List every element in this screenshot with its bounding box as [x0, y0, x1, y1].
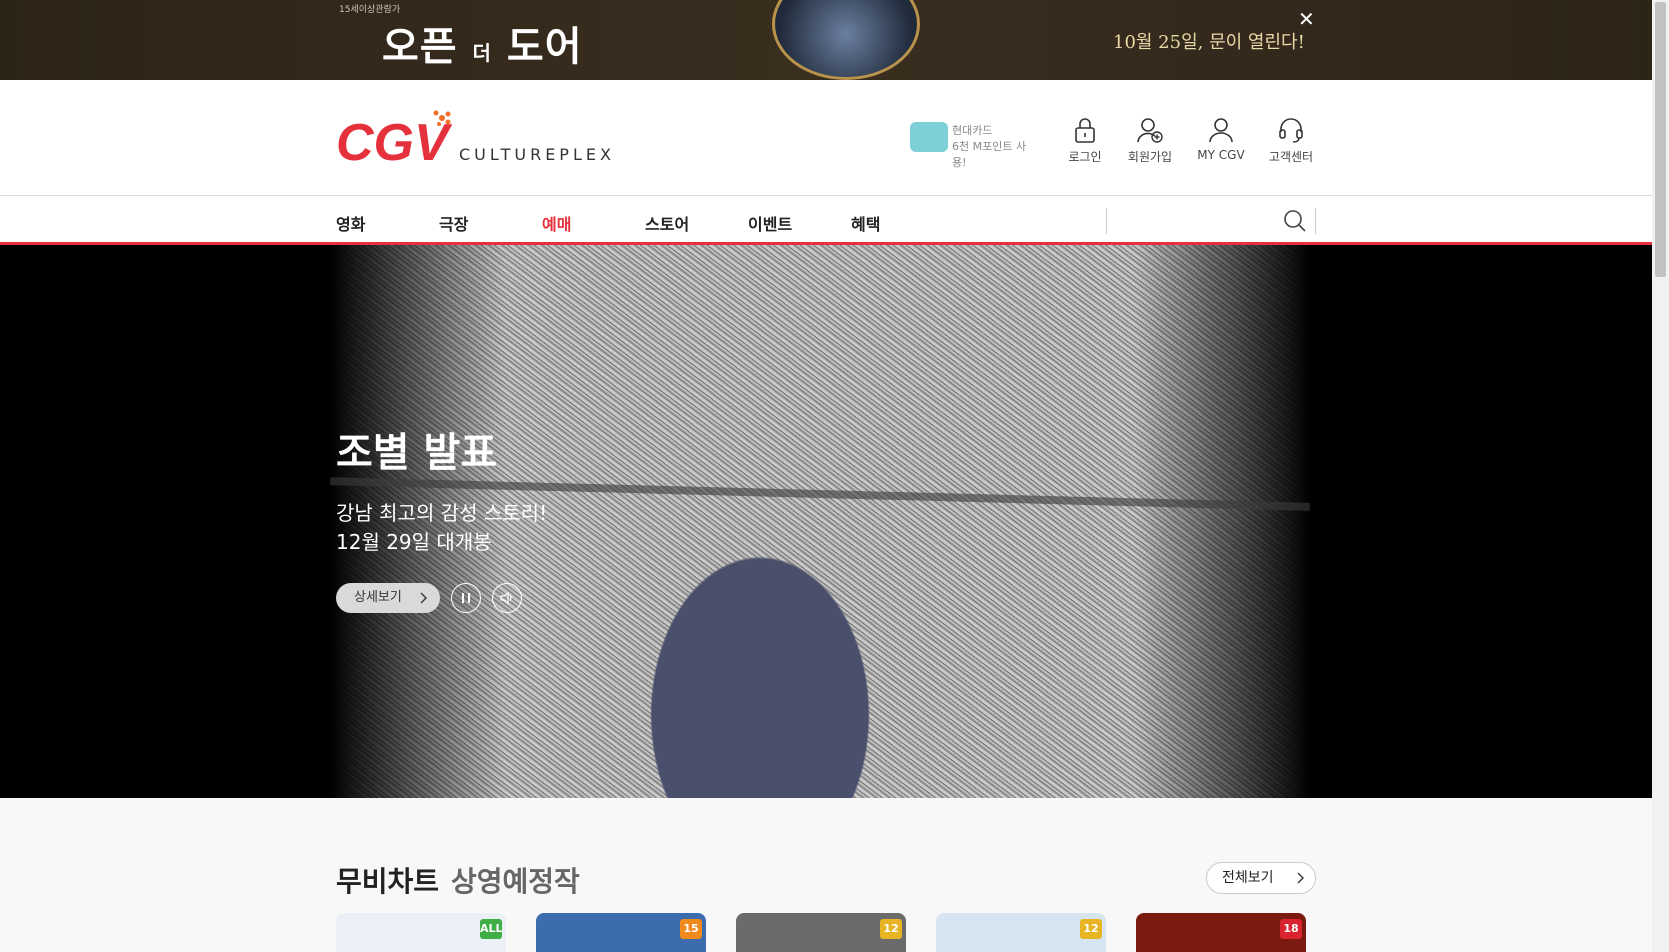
lock-icon [1075, 118, 1095, 143]
card-image [910, 122, 948, 152]
promo-line1: 현대카드 [952, 124, 993, 137]
movie-poster[interactable]: 12 [736, 913, 906, 952]
hero-title: 조별 발표 [336, 430, 498, 476]
speaker-icon [500, 591, 512, 605]
age-rating-badge: 15 [680, 919, 702, 939]
signup-label: 회원가입 [1127, 150, 1173, 164]
upcoming-movies-tab[interactable]: 상영예정작 [451, 860, 580, 900]
movie-poster[interactable]: 15 [536, 913, 706, 952]
nav-item-store[interactable]: 스토어 [645, 211, 689, 235]
top-ad-banner[interactable]: 15세이상관람가 오픈 더 도어 10월 25일, 문이 열린다! ✕ [0, 0, 1652, 80]
detail-button-label: 상세보기 [354, 590, 402, 605]
hyundai-card-promo[interactable]: 현대카드 6천 M포인트 사용! [910, 120, 1040, 169]
nav-item-theater[interactable]: 극장 [439, 211, 468, 235]
user-plus-icon [1137, 118, 1163, 143]
search-icon[interactable] [1283, 209, 1307, 237]
pause-button[interactable] [451, 583, 481, 613]
nav-item-booking[interactable]: 예매 [542, 211, 571, 235]
movie-poster[interactable]: 12 [936, 913, 1106, 952]
age-rating-badge: 18 [1280, 919, 1302, 939]
scrollbar-thumb[interactable] [1655, 2, 1666, 277]
ad-poster-image [772, 0, 920, 80]
hero-description-line1: 강남 최고의 감성 스토리! [336, 501, 548, 525]
chevron-right-icon [1297, 863, 1305, 904]
movie-poster[interactable]: ALL [336, 913, 506, 952]
chevron-right-icon [420, 583, 428, 625]
promo-line2: 6천 M포인트 사용! [952, 140, 1027, 169]
age-rating-badge: ALL [480, 919, 503, 939]
login-button[interactable]: 로그인 [1055, 116, 1115, 165]
movie-poster[interactable]: 18 [1136, 913, 1306, 952]
ad-title-part1: 오픈 [382, 24, 458, 70]
search-box [1106, 208, 1316, 234]
my-cgv-label: MY CGV [1197, 148, 1245, 162]
view-all-label: 전체보기 [1222, 870, 1274, 886]
vertical-scrollbar[interactable] [1652, 0, 1669, 952]
site-header: CGV CULTUREPLEX 현대카드 6천 M포인트 사용! 로그인 회원가… [0, 80, 1652, 195]
user-icon [1209, 118, 1233, 143]
my-cgv-button[interactable]: MY CGV [1191, 116, 1251, 162]
login-label: 로그인 [1068, 150, 1102, 164]
ad-date-text: 10월 25일, 문이 열린다! [1113, 32, 1305, 53]
nav-item-benefits[interactable]: 혜택 [851, 211, 880, 235]
age-rating-badge: 12 [1080, 919, 1102, 939]
logo-subtitle: CULTUREPLEX [459, 145, 615, 164]
age-rating-badge: 12 [880, 919, 902, 939]
ad-title: 오픈 더 도어 [382, 14, 583, 72]
nav-item-event[interactable]: 이벤트 [748, 211, 792, 235]
detail-button[interactable]: 상세보기 [336, 583, 440, 613]
movie-chart-tab[interactable]: 무비차트 [336, 860, 439, 900]
page: 15세이상관람가 오픈 더 도어 10월 25일, 문이 열린다! ✕ CGV … [0, 0, 1652, 952]
search-input[interactable] [1113, 210, 1273, 232]
ad-title-part2: 더 [472, 41, 492, 65]
headset-icon [1279, 118, 1303, 143]
signup-button[interactable]: 회원가입 [1120, 116, 1180, 165]
hero-video-banner: 조별 발표 강남 최고의 감성 스토리! 12월 29일 대개봉 상세보기 [0, 245, 1652, 798]
logo-text: CGV [336, 114, 453, 168]
cgv-logo[interactable]: CGV [336, 108, 456, 172]
ad-title-part3: 도어 [506, 24, 583, 70]
sound-button[interactable] [492, 583, 522, 613]
customer-center-label: 고객센터 [1268, 150, 1314, 164]
hero-description-line2: 12월 29일 대개봉 [336, 530, 492, 554]
ad-close-button[interactable]: ✕ [1298, 7, 1315, 31]
customer-center-button[interactable]: 고객센터 [1261, 116, 1321, 165]
view-all-button[interactable]: 전체보기 [1206, 862, 1316, 894]
main-nav: 영화 극장 예매 스토어 이벤트 혜택 [0, 195, 1652, 245]
nav-item-movie[interactable]: 영화 [336, 211, 365, 235]
pause-icon [462, 593, 470, 603]
cgv-logo-icon: CGV [336, 110, 453, 172]
movie-chart-section: 무비차트 상영예정작 전체보기 ALL 15 12 12 18 [0, 798, 1652, 952]
